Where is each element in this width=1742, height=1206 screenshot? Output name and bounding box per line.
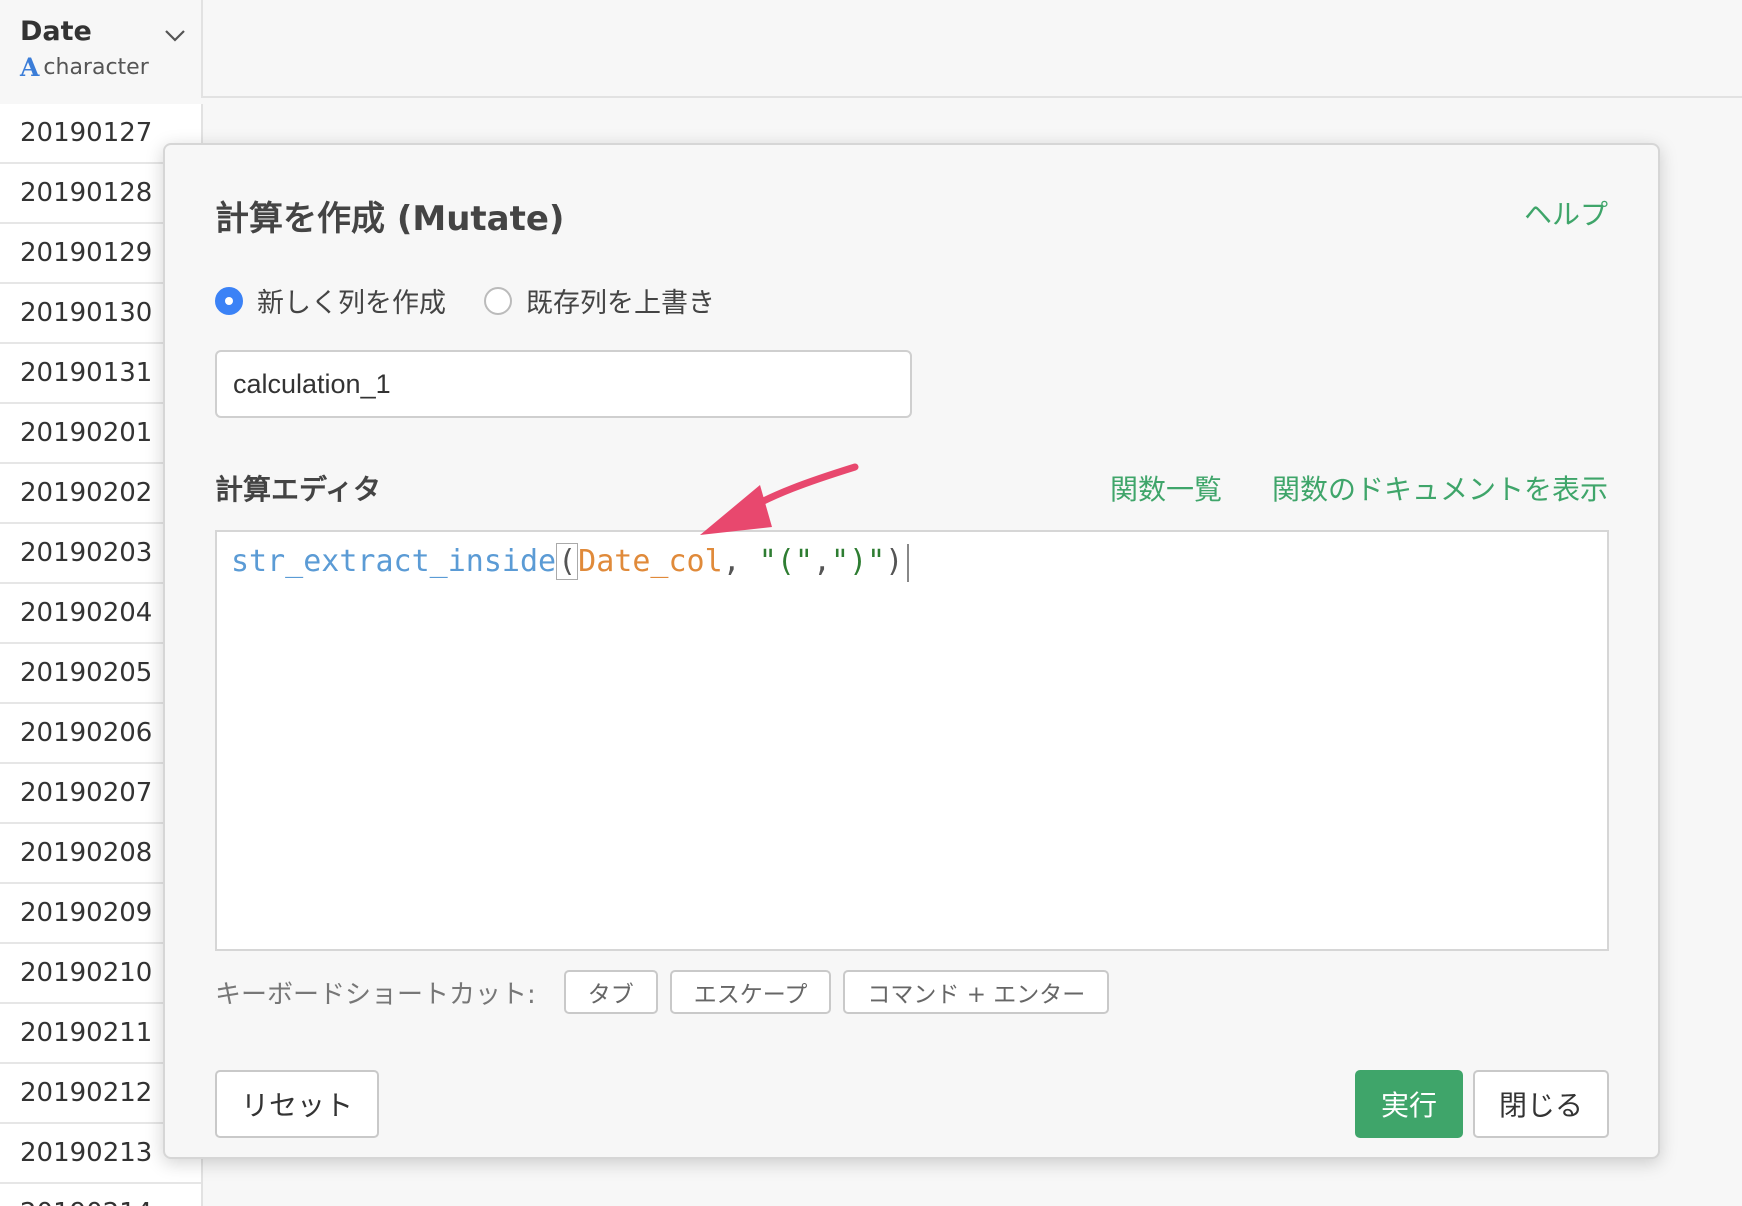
radio-label: 既存列を上書き [526, 288, 715, 319]
column-type-label: character [43, 55, 149, 80]
character-type-icon: A [20, 53, 40, 82]
chevron-down-icon[interactable] [162, 22, 188, 48]
reset-button[interactable]: リセット [215, 1070, 379, 1138]
text-cursor [907, 543, 910, 582]
radio-overwrite-column[interactable]: 既存列を上書き [484, 281, 715, 320]
help-link[interactable]: ヘルプ [1524, 193, 1608, 233]
radio-unchecked-icon[interactable] [484, 286, 512, 315]
code-line: str_extract_inside(Date_col, "(",")") [231, 540, 1593, 584]
new-column-name-input[interactable] [215, 350, 912, 418]
radio-create-new-column[interactable]: 新しく列を作成 [215, 281, 446, 320]
calculation-editor[interactable]: str_extract_inside(Date_col, "(",")") [215, 530, 1609, 951]
table-row: 20190214 [0, 1184, 201, 1206]
shortcut-escape: エスケープ [669, 970, 832, 1014]
shortcut-tab: タブ [563, 970, 658, 1014]
column-name: Date [20, 16, 92, 47]
code-column: Date_col [578, 544, 723, 579]
radio-label: 新しく列を作成 [257, 288, 446, 319]
column-type: A character [20, 53, 149, 82]
radio-checked-icon[interactable] [215, 286, 243, 315]
grid-header-bar [0, 0, 1742, 98]
code-close-paren: ) [885, 544, 904, 579]
code-open-paren: ( [556, 543, 579, 580]
code-comma: , [812, 544, 832, 579]
mutate-dialog: 計算を作成 (Mutate) ヘルプ 新しく列を作成 既存列を上書き 計算エディ… [163, 143, 1660, 1159]
code-arg2: ")" [831, 544, 886, 579]
run-button[interactable]: 実行 [1355, 1070, 1463, 1138]
editor-label: 計算エディタ [215, 473, 382, 506]
code-arg1: "(" [758, 544, 813, 579]
shortcuts-label: キーボードショートカット: [215, 979, 536, 1010]
function-doc-link[interactable]: 関数のドキュメントを表示 [1272, 468, 1608, 508]
column-header-date[interactable]: Date A character [0, 0, 203, 98]
shortcut-command-enter: コマンド + エンター [843, 970, 1110, 1014]
dialog-title: 計算を作成 (Mutate) [215, 199, 565, 239]
code-function: str_extract_inside [231, 544, 557, 579]
function-list-link[interactable]: 関数一覧 [1110, 468, 1222, 508]
code-comma: , [722, 544, 759, 579]
close-button[interactable]: 閉じる [1473, 1070, 1609, 1138]
mode-radio-group: 新しく列を作成 既存列を上書き [215, 281, 753, 320]
keyboard-shortcuts: キーボードショートカット: タブ エスケープ コマンド + エンター [215, 970, 1121, 1014]
